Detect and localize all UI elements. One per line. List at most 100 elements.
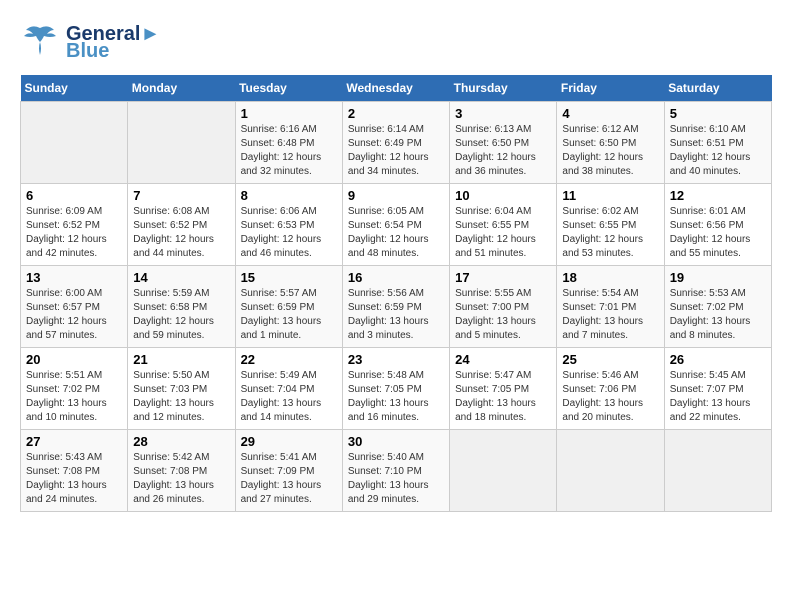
column-header-saturday: Saturday — [664, 75, 771, 102]
day-info: Sunrise: 5:43 AM Sunset: 7:08 PM Dayligh… — [26, 451, 122, 507]
day-number: 5 — [670, 106, 766, 121]
day-info: Sunrise: 6:00 AM Sunset: 6:57 PM Dayligh… — [26, 287, 122, 343]
day-number: 10 — [455, 188, 551, 203]
calendar-cell: 10 Sunrise: 6:04 AM Sunset: 6:55 PM Dayli… — [450, 184, 557, 266]
column-header-sunday: Sunday — [21, 75, 128, 102]
day-number: 28 — [133, 434, 229, 449]
calendar-week-5: 27 Sunrise: 5:43 AM Sunset: 7:08 PM Dayli… — [21, 430, 772, 512]
day-number: 17 — [455, 270, 551, 285]
calendar-cell: 8 Sunrise: 6:06 AM Sunset: 6:53 PM Daylig… — [235, 184, 342, 266]
calendar-cell: 15 Sunrise: 5:57 AM Sunset: 6:59 PM Dayli… — [235, 266, 342, 348]
day-number: 30 — [348, 434, 444, 449]
day-number: 16 — [348, 270, 444, 285]
day-info: Sunrise: 5:45 AM Sunset: 7:07 PM Dayligh… — [670, 369, 766, 425]
day-info: Sunrise: 6:16 AM Sunset: 6:48 PM Dayligh… — [241, 123, 337, 179]
day-info: Sunrise: 6:14 AM Sunset: 6:49 PM Dayligh… — [348, 123, 444, 179]
day-info: Sunrise: 5:59 AM Sunset: 6:58 PM Dayligh… — [133, 287, 229, 343]
calendar-cell — [128, 102, 235, 184]
calendar-week-2: 6 Sunrise: 6:09 AM Sunset: 6:52 PM Daylig… — [21, 184, 772, 266]
day-info: Sunrise: 5:55 AM Sunset: 7:00 PM Dayligh… — [455, 287, 551, 343]
calendar-cell: 21Sunrise: 5:50 AM Sunset: 7:03 PM Dayli… — [128, 348, 235, 430]
calendar-cell: 5Sunrise: 6:10 AM Sunset: 6:51 PM Daylig… — [664, 102, 771, 184]
day-info: Sunrise: 5:41 AM Sunset: 7:09 PM Dayligh… — [241, 451, 337, 507]
day-number: 20 — [26, 352, 122, 367]
calendar-week-4: 20 Sunrise: 5:51 AM Sunset: 7:02 PM Dayli… — [21, 348, 772, 430]
day-number: 3 — [455, 106, 551, 121]
day-number: 6 — [26, 188, 122, 203]
day-info: Sunrise: 5:53 AM Sunset: 7:02 PM Dayligh… — [670, 287, 766, 343]
day-info: Sunrise: 6:08 AM Sunset: 6:52 PM Dayligh… — [133, 205, 229, 261]
day-number: 18 — [562, 270, 658, 285]
calendar-cell: 23 Sunrise: 5:48 AM Sunset: 7:05 PM Dayli… — [342, 348, 449, 430]
calendar-cell: 29 Sunrise: 5:41 AM Sunset: 7:09 PM Dayli… — [235, 430, 342, 512]
calendar-week-1: 1 Sunrise: 6:16 AM Sunset: 6:48 PM Daylig… — [21, 102, 772, 184]
day-number: 2 — [348, 106, 444, 121]
calendar-cell: 9 Sunrise: 6:05 AM Sunset: 6:54 PM Daylig… — [342, 184, 449, 266]
calendar-cell: 18 Sunrise: 5:54 AM Sunset: 7:01 PM Dayli… — [557, 266, 664, 348]
day-info: Sunrise: 6:12 AM Sunset: 6:50 PM Dayligh… — [562, 123, 658, 179]
day-info: Sunrise: 6:13 AM Sunset: 6:50 PM Dayligh… — [455, 123, 551, 179]
calendar-cell: 22 Sunrise: 5:49 AM Sunset: 7:04 PM Dayli… — [235, 348, 342, 430]
day-number: 12 — [670, 188, 766, 203]
page-header: General► Blue — [20, 20, 772, 65]
day-info: Sunrise: 5:54 AM Sunset: 7:01 PM Dayligh… — [562, 287, 658, 343]
day-number: 26 — [670, 352, 766, 367]
calendar-cell: 30Sunrise: 5:40 AM Sunset: 7:10 PM Dayli… — [342, 430, 449, 512]
day-info: Sunrise: 6:05 AM Sunset: 6:54 PM Dayligh… — [348, 205, 444, 261]
calendar-cell: 12Sunrise: 6:01 AM Sunset: 6:56 PM Dayli… — [664, 184, 771, 266]
day-number: 9 — [348, 188, 444, 203]
logo-text-block: General► Blue — [66, 23, 160, 63]
calendar-cell: 1 Sunrise: 6:16 AM Sunset: 6:48 PM Daylig… — [235, 102, 342, 184]
column-header-thursday: Thursday — [450, 75, 557, 102]
calendar-cell: 17 Sunrise: 5:55 AM Sunset: 7:00 PM Dayli… — [450, 266, 557, 348]
calendar-cell — [450, 430, 557, 512]
day-number: 19 — [670, 270, 766, 285]
day-number: 13 — [26, 270, 122, 285]
calendar-cell: 24 Sunrise: 5:47 AM Sunset: 7:05 PM Dayli… — [450, 348, 557, 430]
day-info: Sunrise: 6:04 AM Sunset: 6:55 PM Dayligh… — [455, 205, 551, 261]
calendar-cell: 19 Sunrise: 5:53 AM Sunset: 7:02 PM Dayli… — [664, 266, 771, 348]
day-info: Sunrise: 5:51 AM Sunset: 7:02 PM Dayligh… — [26, 369, 122, 425]
calendar-header-row: SundayMondayTuesdayWednesdayThursdayFrid… — [21, 75, 772, 102]
day-number: 27 — [26, 434, 122, 449]
day-info: Sunrise: 5:42 AM Sunset: 7:08 PM Dayligh… — [133, 451, 229, 507]
calendar-cell: 2 Sunrise: 6:14 AM Sunset: 6:49 PM Daylig… — [342, 102, 449, 184]
day-info: Sunrise: 5:47 AM Sunset: 7:05 PM Dayligh… — [455, 369, 551, 425]
day-info: Sunrise: 6:06 AM Sunset: 6:53 PM Dayligh… — [241, 205, 337, 261]
column-header-monday: Monday — [128, 75, 235, 102]
day-number: 21 — [133, 352, 229, 367]
day-info: Sunrise: 6:02 AM Sunset: 6:55 PM Dayligh… — [562, 205, 658, 261]
day-number: 29 — [241, 434, 337, 449]
calendar-cell: 4Sunrise: 6:12 AM Sunset: 6:50 PM Daylig… — [557, 102, 664, 184]
logo-blue: Blue — [66, 40, 109, 63]
day-info: Sunrise: 5:48 AM Sunset: 7:05 PM Dayligh… — [348, 369, 444, 425]
day-number: 11 — [562, 188, 658, 203]
day-info: Sunrise: 5:56 AM Sunset: 6:59 PM Dayligh… — [348, 287, 444, 343]
day-number: 15 — [241, 270, 337, 285]
day-number: 7 — [133, 188, 229, 203]
day-number: 1 — [241, 106, 337, 121]
day-number: 24 — [455, 352, 551, 367]
day-number: 8 — [241, 188, 337, 203]
calendar-cell: 3 Sunrise: 6:13 AM Sunset: 6:50 PM Daylig… — [450, 102, 557, 184]
logo-icon — [20, 20, 60, 65]
calendar-cell: 11 Sunrise: 6:02 AM Sunset: 6:55 PM Dayli… — [557, 184, 664, 266]
calendar-cell: 6 Sunrise: 6:09 AM Sunset: 6:52 PM Daylig… — [21, 184, 128, 266]
column-header-friday: Friday — [557, 75, 664, 102]
calendar-cell: 16 Sunrise: 5:56 AM Sunset: 6:59 PM Dayli… — [342, 266, 449, 348]
calendar-cell: 14Sunrise: 5:59 AM Sunset: 6:58 PM Dayli… — [128, 266, 235, 348]
column-header-wednesday: Wednesday — [342, 75, 449, 102]
day-number: 22 — [241, 352, 337, 367]
calendar-cell: 20 Sunrise: 5:51 AM Sunset: 7:02 PM Dayli… — [21, 348, 128, 430]
calendar-cell — [21, 102, 128, 184]
day-info: Sunrise: 5:49 AM Sunset: 7:04 PM Dayligh… — [241, 369, 337, 425]
day-info: Sunrise: 5:57 AM Sunset: 6:59 PM Dayligh… — [241, 287, 337, 343]
day-number: 23 — [348, 352, 444, 367]
day-info: Sunrise: 6:09 AM Sunset: 6:52 PM Dayligh… — [26, 205, 122, 261]
logo: General► Blue — [20, 20, 160, 65]
calendar-cell: 25Sunrise: 5:46 AM Sunset: 7:06 PM Dayli… — [557, 348, 664, 430]
calendar-cell: 13 Sunrise: 6:00 AM Sunset: 6:57 PM Dayli… — [21, 266, 128, 348]
column-header-tuesday: Tuesday — [235, 75, 342, 102]
calendar-table: SundayMondayTuesdayWednesdayThursdayFrid… — [20, 75, 772, 512]
calendar-cell: 7 Sunrise: 6:08 AM Sunset: 6:52 PM Daylig… — [128, 184, 235, 266]
